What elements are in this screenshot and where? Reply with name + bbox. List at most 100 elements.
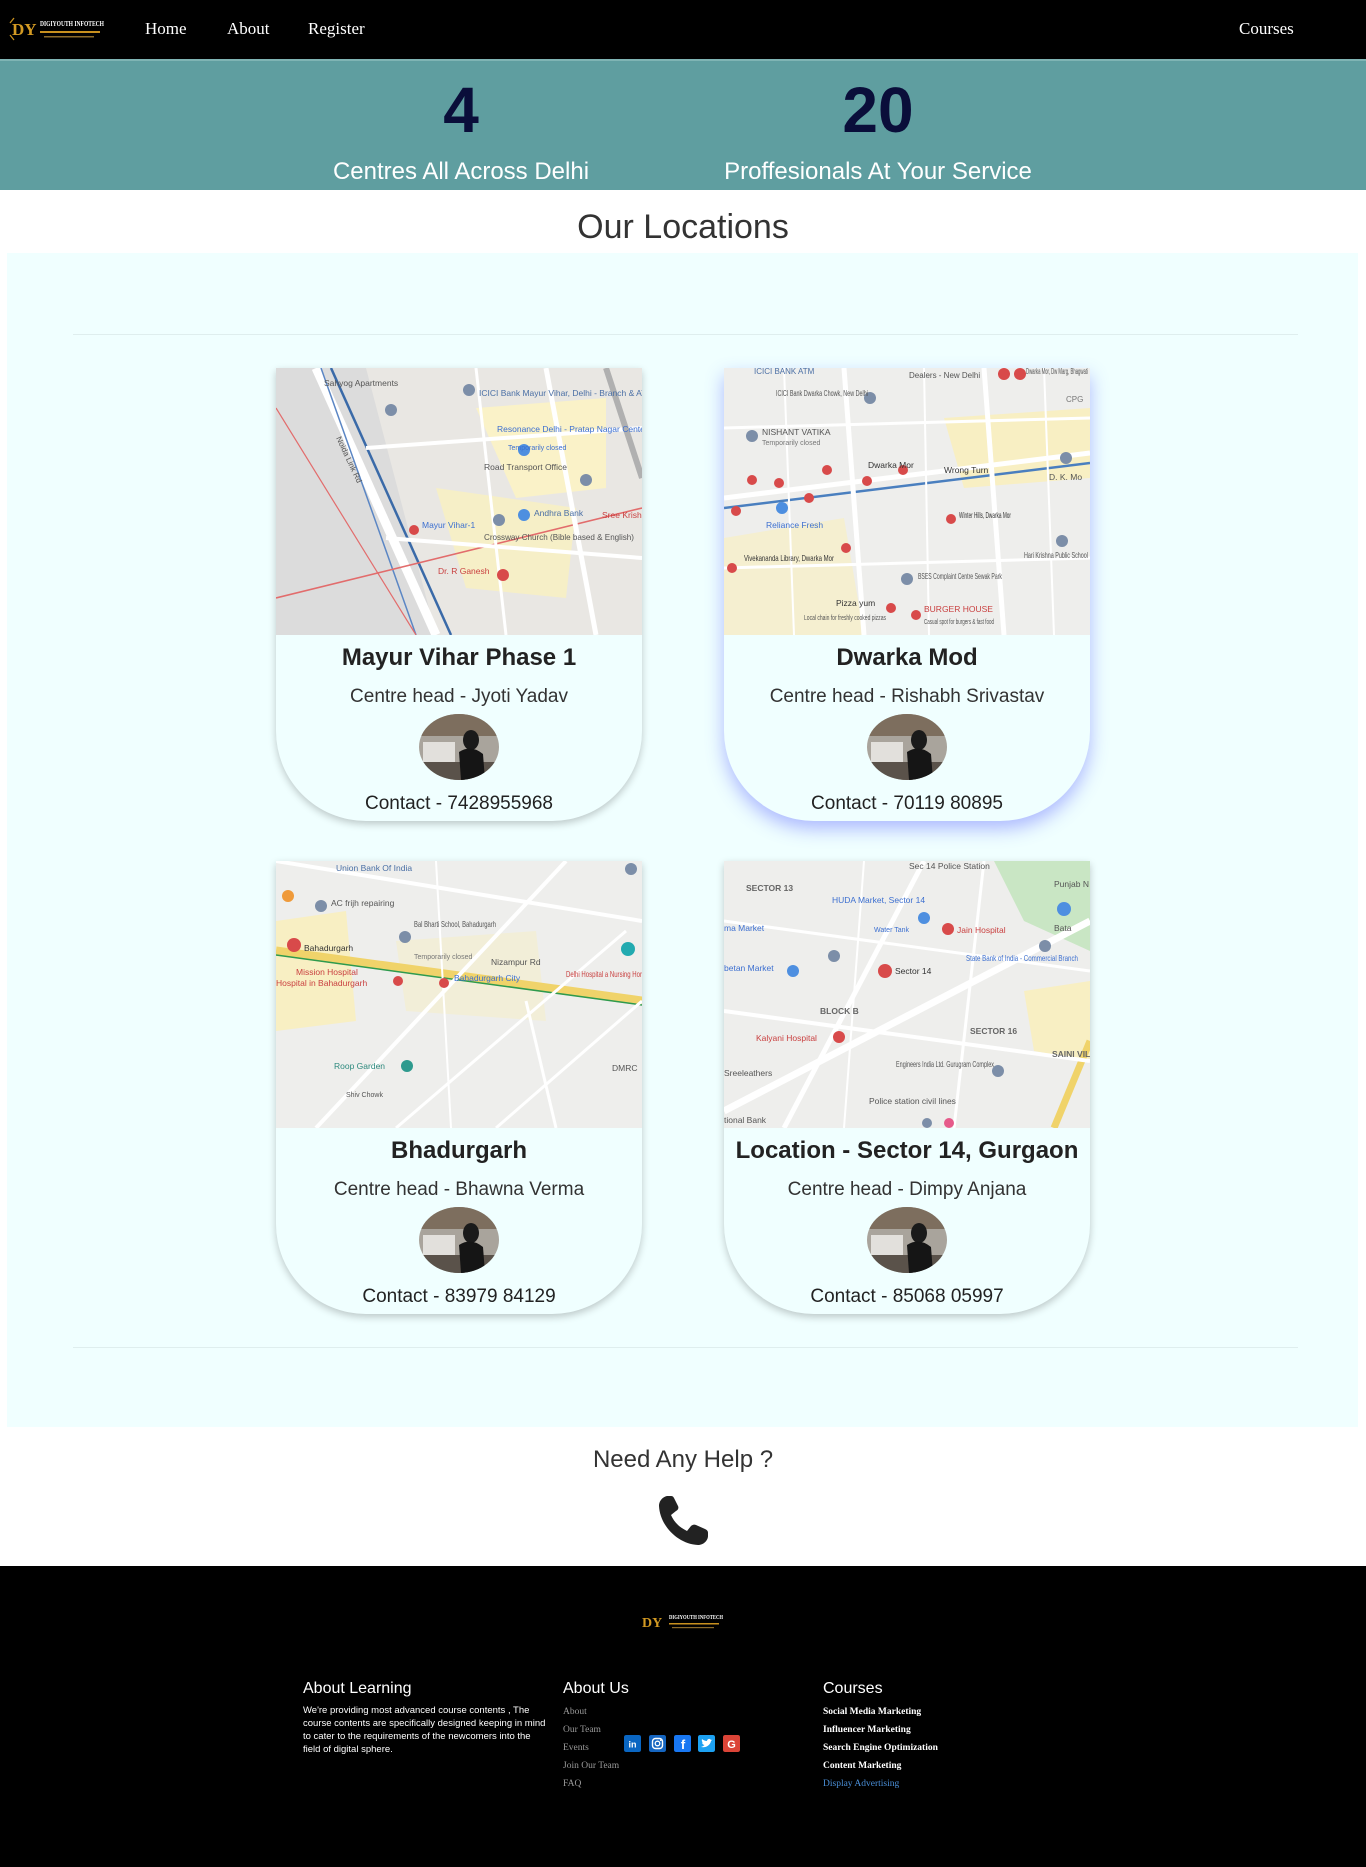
map-label: HUDA Market, Sector 14	[832, 895, 925, 905]
google-icon[interactable]: G	[723, 1735, 740, 1752]
map-label: Hospital in Bahadurgarh	[276, 978, 367, 988]
footer-logo-mark: DY	[642, 1616, 662, 1631]
map-label: Casual spot for burgers & fast food	[924, 619, 994, 626]
stat-centres-value: 4	[443, 74, 479, 146]
map-label: Local chain for freshly cooked pizzas	[804, 615, 886, 622]
map-bhadurgarh[interactable]: Union Bank Of India AC frijh repairing B…	[276, 861, 642, 1128]
centre-contact: Contact - 83979 84129	[362, 1286, 556, 1307]
location-card-bhadurgarh: Union Bank Of India AC frijh repairing B…	[276, 861, 642, 1314]
nav-link-home[interactable]: Home	[145, 19, 187, 39]
map-label: Kalyani Hospital	[756, 1033, 817, 1043]
twitter-icon[interactable]	[698, 1735, 715, 1752]
map-label: AC frijh repairing	[331, 898, 395, 908]
map-label: Sreeleathers	[724, 1068, 772, 1078]
location-name: Bhadurgarh	[390, 1137, 527, 1164]
footer-about-learning-text: We're providing most advanced course con…	[303, 1705, 546, 1755]
map-label: Bal Bharti School, Bahadurgarh	[414, 919, 496, 929]
need-help-title: Need Any Help ?	[592, 1446, 774, 1473]
location-name: Dwarka Mod	[836, 644, 978, 671]
our-locations-title: Our Locations	[577, 208, 789, 246]
map-label: SECTOR 13	[746, 883, 793, 893]
footer-brand-logo[interactable]: DY DIGIYOUTH INFOTECH	[641, 1610, 725, 1634]
map-label: Water Tank	[874, 927, 910, 934]
stat-professionals-label: Proffesionals At Your Service	[724, 158, 1032, 185]
footer-link-display-advertising[interactable]: Display Advertising	[823, 1779, 899, 1789]
map-label: Winter Hills, Dwarka Mor	[959, 510, 1011, 520]
locations-section: Sahyog Apartments ICICI Bank Mayur Vihar…	[7, 253, 1358, 1427]
footer-link-events[interactable]: Events	[563, 1743, 589, 1753]
linkedin-icon[interactable]: in	[624, 1735, 641, 1752]
facebook-icon[interactable]: f	[674, 1735, 691, 1752]
footer: DY DIGIYOUTH INFOTECH About Learning We'…	[0, 1566, 1366, 1867]
map-label: Vivekananda Library, Dwarka Mor	[744, 553, 834, 563]
nav-link-courses[interactable]: Courses	[1239, 19, 1294, 39]
nav-link-about[interactable]: About	[227, 19, 270, 39]
divider-bottom	[73, 1347, 1298, 1348]
map-label: Dwarka Mor	[868, 460, 914, 470]
brand-logo[interactable]: DY DIGIYOUTH INFOTECH	[8, 14, 108, 44]
location-name: Mayur Vihar Phase 1	[341, 644, 577, 671]
instagram-icon[interactable]	[649, 1735, 666, 1752]
map-label: Temporarily closed	[414, 954, 472, 961]
footer-link-seo[interactable]: Search Engine Optimization	[823, 1743, 938, 1753]
footer-courses-title: Courses	[823, 1680, 883, 1697]
map-label: Pizza yum	[836, 598, 875, 608]
centre-head-avatar	[419, 714, 499, 780]
map-label: ma Market	[724, 923, 765, 933]
centre-contact: Contact - 7428955968	[364, 793, 554, 814]
footer-link-social-media-marketing[interactable]: Social Media Marketing	[823, 1707, 921, 1717]
map-label: Temporarily closed	[508, 445, 566, 452]
map-label: Sahyog Apartments	[324, 378, 398, 388]
map-label: Crossway Church (Bible based & English)	[484, 532, 634, 542]
map-label: BURGER HOUSE	[924, 604, 993, 614]
map-label: Bahadurgarh City	[454, 973, 521, 983]
map-label: State Bank of India - Commercial Branch	[966, 953, 1078, 963]
centre-head: Centre head - Jyoti Yadav	[350, 686, 568, 707]
map-label: Shiv Chowk	[346, 1092, 383, 1099]
location-card-dwarka-mod: ICICI BANK ATM Dealers - New Delhi Dwark…	[724, 368, 1090, 821]
centre-head-avatar	[867, 714, 947, 780]
map-label: ICICI BANK ATM	[754, 368, 815, 376]
map-label: Dwarka Mor, Dw Marg, Bhagwati	[1026, 368, 1088, 376]
footer-link-our-team[interactable]: Our Team	[563, 1725, 601, 1735]
location-card-mayur-vihar: Sahyog Apartments ICICI Bank Mayur Vihar…	[276, 368, 642, 821]
map-label: ICICI Bank Mayur Vihar, Delhi - Branch &…	[479, 388, 642, 398]
navbar: DY DIGIYOUTH INFOTECH Home About Registe…	[0, 0, 1366, 59]
map-sector-14-gurgaon[interactable]: Sec 14 Police Station SECTOR 13 HUDA Mar…	[724, 861, 1090, 1128]
brand-logo-mark: DY	[12, 20, 37, 39]
stat-professionals-value: 20	[842, 74, 914, 146]
nav-link-register[interactable]: Register	[308, 19, 365, 39]
map-label: BSES Complaint Centre Sewak Park	[918, 571, 1002, 581]
map-label: Police station civil lines	[869, 1096, 956, 1106]
map-label: CPG	[1066, 395, 1083, 404]
centre-head: Centre head - Dimpy Anjana	[787, 1179, 1027, 1200]
map-label: Reliance Fresh	[766, 520, 823, 530]
map-label: SECTOR 16	[970, 1026, 1017, 1036]
footer-brand-text: DIGIYOUTH INFOTECH	[669, 1615, 723, 1621]
map-mayur-vihar[interactable]: Sahyog Apartments ICICI Bank Mayur Vihar…	[276, 368, 642, 635]
footer-about-learning-title: About Learning	[303, 1680, 412, 1697]
map-label: D. K. Mo	[1049, 472, 1082, 482]
svg-text:G: G	[727, 1739, 736, 1751]
map-label: NISHANT VATIKA	[762, 427, 831, 437]
map-label: Sree Krish & Rese	[602, 510, 642, 520]
map-label: Sec 14 Police Station	[909, 861, 990, 871]
map-dwarka-mod[interactable]: ICICI BANK ATM Dealers - New Delhi Dwark…	[724, 368, 1090, 635]
footer-link-about[interactable]: About	[563, 1707, 587, 1717]
footer-link-join-our-team[interactable]: Join Our Team	[563, 1761, 619, 1771]
map-label: Resonance Delhi - Pratap Nagar Center	[497, 424, 642, 434]
footer-link-faq[interactable]: FAQ	[563, 1779, 581, 1789]
map-label: Andhra Bank	[534, 508, 584, 518]
stat-centres-label: Centres All Across Delhi	[332, 158, 590, 185]
map-label: Sector 14	[895, 966, 932, 976]
map-label: Delhi Hospital a Nursing Hor	[566, 969, 642, 979]
map-label: ICICI Bank Dwarka Chowk, New Delhi	[776, 389, 868, 398]
map-label: SAINI VILL	[1052, 1049, 1090, 1059]
map-label: betan Market	[724, 963, 774, 973]
phone-icon[interactable]	[655, 1493, 711, 1549]
brand-logo-text: DIGIYOUTH INFOTECH	[40, 20, 104, 28]
centre-head: Centre head - Rishabh Srivastav	[769, 686, 1045, 707]
footer-link-influencer-marketing[interactable]: Influencer Marketing	[823, 1725, 911, 1735]
footer-link-content-marketing[interactable]: Content Marketing	[823, 1761, 901, 1771]
map-label: Dr. R Ganesh	[438, 566, 490, 576]
